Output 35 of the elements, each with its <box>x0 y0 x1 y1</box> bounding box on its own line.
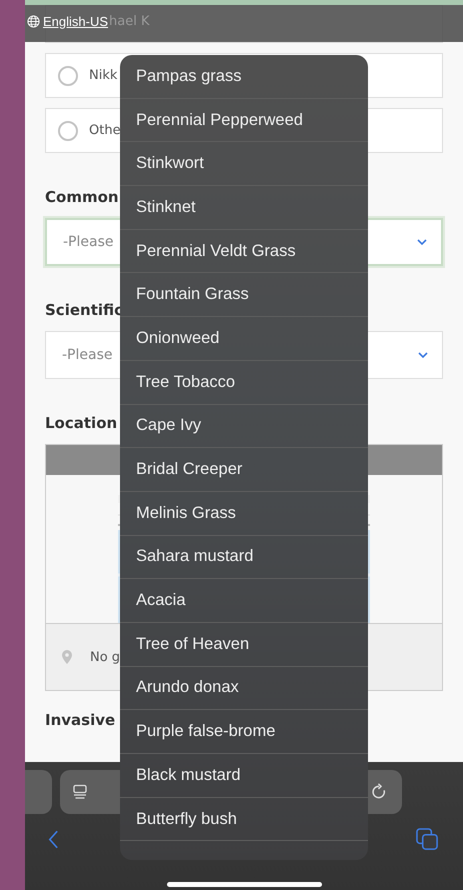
reload-icon[interactable] <box>370 783 388 801</box>
tabs-icon[interactable] <box>416 828 439 851</box>
menu-item[interactable]: Bridal Creeper <box>120 448 368 492</box>
menu-item[interactable]: Perennial Veldt Grass <box>120 230 368 274</box>
menu-item[interactable]: Sahara mustard <box>120 536 368 580</box>
menu-item[interactable]: Acacia <box>120 579 368 623</box>
radio-label: Othe <box>89 123 121 138</box>
menu-item[interactable]: Purple false-brome <box>120 710 368 754</box>
radio-label: Nikk <box>89 68 118 83</box>
menu-item[interactable]: Melinis Grass <box>120 492 368 536</box>
menu-item[interactable]: Stinkwort <box>120 142 368 186</box>
reader-icon[interactable] <box>72 784 88 800</box>
menu-item[interactable]: Perennial Pepperweed <box>120 98 368 142</box>
location-pin-icon <box>62 650 72 664</box>
chevron-icon <box>417 239 427 245</box>
radio-button[interactable] <box>58 66 78 86</box>
radio-label: hael K <box>109 14 150 28</box>
section-heading: Location <box>45 414 118 432</box>
location-status: No g <box>90 650 120 664</box>
language-link[interactable]: English-US <box>43 14 108 28</box>
menu-item[interactable]: Stinknet <box>120 186 368 230</box>
menu-item[interactable]: Fountain Grass <box>120 273 368 318</box>
field-label: Common <box>45 188 119 206</box>
radio-button[interactable] <box>58 120 78 140</box>
menu-item[interactable]: Tree Tobacco <box>120 360 368 404</box>
back-icon[interactable] <box>48 830 59 849</box>
menu-item[interactable]: Pampas grass <box>120 55 368 99</box>
menu-item[interactable]: Tree of Heaven <box>120 622 368 667</box>
section-heading: Invasive <box>45 711 116 729</box>
globe-icon <box>27 14 40 28</box>
menu-item[interactable]: Cape Ivy <box>120 404 368 448</box>
menu-item[interactable]: Onionweed <box>120 317 368 361</box>
previous-tab[interactable] <box>25 770 52 814</box>
menu-item[interactable]: Arundo donax <box>120 666 368 710</box>
chevron-icon <box>418 352 428 358</box>
